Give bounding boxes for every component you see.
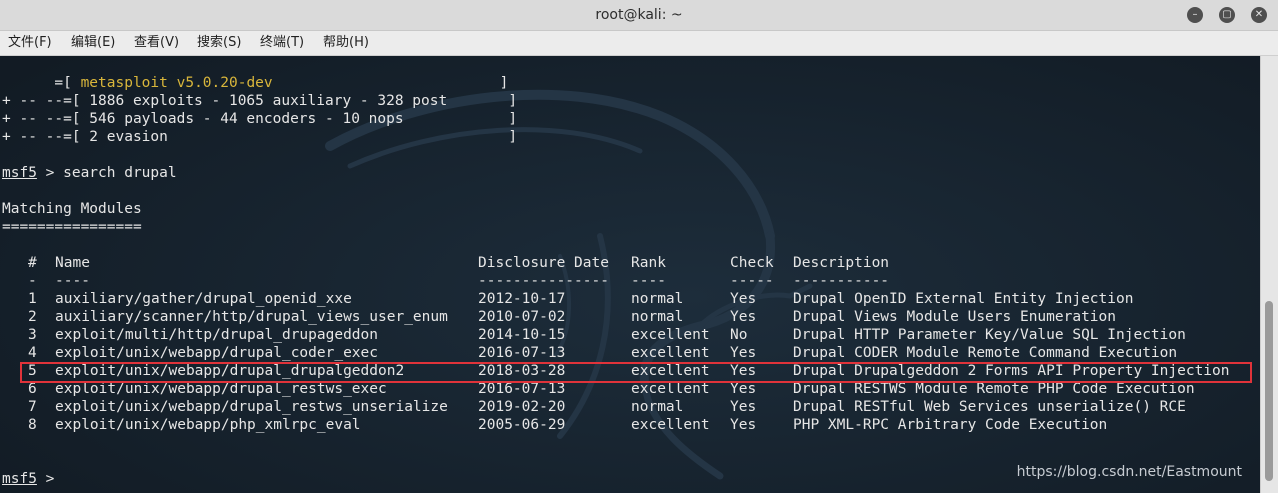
cell-check: No — [730, 327, 748, 343]
cell-rank: normal — [631, 399, 684, 415]
terminal-window: root@kali: ~ – ▢ ✕ 文件(F) 编辑(E) 查看(V) 搜索(… — [0, 0, 1278, 493]
cell-name: auxiliary/scanner/http/drupal_views_user… — [55, 309, 448, 325]
metasploit-version: metasploit v5.0.20-dev — [80, 75, 273, 91]
cell-num: 4 — [28, 345, 37, 361]
banner-suffix: ] — [272, 75, 509, 91]
cell-check: Yes — [730, 309, 757, 325]
cell-desc: Drupal OpenID External Entity Injection — [793, 291, 1134, 307]
cell-num: 2 — [28, 309, 37, 325]
cell-desc: PHP XML-RPC Arbitrary Code Execution — [793, 417, 1108, 433]
close-icon[interactable]: ✕ — [1251, 7, 1267, 23]
cell-num: # — [28, 255, 37, 271]
cell-date: --------------- — [478, 273, 609, 289]
maximize-icon[interactable]: ▢ — [1219, 7, 1235, 23]
watermark-text: https://blog.csdn.net/Eastmount — [1016, 464, 1242, 480]
cell-date: 2012-10-17 — [478, 291, 566, 307]
title-bar[interactable]: root@kali: ~ – ▢ ✕ — [0, 0, 1278, 31]
menu-search[interactable]: 搜索(S) — [197, 31, 241, 55]
menu-help[interactable]: 帮助(H) — [323, 31, 369, 55]
minimize-icon[interactable]: – — [1187, 7, 1203, 23]
cell-name: exploit/unix/webapp/drupal_coder_exec — [55, 345, 379, 361]
cell-date: 2016-07-13 — [478, 345, 566, 361]
cell-rank: ---- — [631, 273, 666, 289]
cell-check: Yes — [730, 399, 757, 415]
msf-prompt-2: msf5 — [2, 471, 37, 487]
cell-name: auxiliary/gather/drupal_openid_xxe — [55, 291, 352, 307]
cell-rank: excellent — [631, 327, 710, 343]
cell-desc: ----------- — [793, 273, 890, 289]
cell-check: Yes — [730, 417, 757, 433]
cell-desc: Drupal HTTP Parameter Key/Value SQL Inje… — [793, 327, 1186, 343]
prompt-text: > — [36, 471, 55, 487]
cell-rank: excellent — [631, 417, 710, 433]
cell-rank: excellent — [631, 345, 710, 361]
menu-file[interactable]: 文件(F) — [8, 31, 52, 55]
cell-name: ---- — [55, 273, 90, 289]
cell-num: 3 — [28, 327, 37, 343]
prompt-line[interactable]: msf5 > — [2, 470, 54, 488]
cell-desc: Drupal CODER Module Remote Command Execu… — [793, 345, 1178, 361]
menu-bar: 文件(F) 编辑(E) 查看(V) 搜索(S) 终端(T) 帮助(H) — [0, 31, 1278, 56]
msf-prompt: msf5 — [2, 165, 37, 181]
highlight-box — [20, 362, 1252, 383]
cell-num: 8 — [28, 417, 37, 433]
cell-rank: normal — [631, 309, 684, 325]
cell-date: 2019-02-20 — [478, 399, 566, 415]
cell-name: exploit/unix/webapp/drupal_restws_unseri… — [55, 399, 448, 415]
banner-line-4: + -- --=[ 2 evasion ] — [2, 129, 518, 145]
cell-date: 2005-06-29 — [478, 417, 566, 433]
matching-title: Matching Modules — [2, 201, 142, 217]
cell-num: 1 — [28, 291, 37, 307]
matching-underline: ================ — [2, 219, 142, 235]
window-title: root@kali: ~ — [595, 7, 683, 23]
cell-date: 2014-10-15 — [478, 327, 566, 343]
banner-line-2: + -- --=[ 1886 exploits - 1065 auxiliary… — [2, 93, 518, 109]
cell-check: Yes — [730, 291, 757, 307]
search-command-line: msf5 > search drupal — [2, 164, 177, 182]
banner-line-1: =[ metasploit v5.0.20-dev ] — [2, 74, 508, 92]
cell-desc: Drupal Views Module Users Enumeration — [793, 309, 1117, 325]
cell-rank: normal — [631, 291, 684, 307]
cell-date: Disclosure Date — [478, 255, 609, 271]
cell-desc: Drupal RESTful Web Services unserialize(… — [793, 399, 1186, 415]
menu-view[interactable]: 查看(V) — [134, 31, 179, 55]
cell-desc: Description — [793, 255, 890, 271]
cell-num: - — [28, 273, 37, 289]
cell-check: Check — [730, 255, 774, 271]
terminal-area[interactable]: =[ metasploit v5.0.20-dev ] + -- --=[ 18… — [0, 56, 1260, 493]
scrollbar[interactable] — [1260, 56, 1278, 493]
command-text: > search drupal — [36, 165, 177, 181]
scrollbar-thumb[interactable] — [1265, 301, 1273, 481]
cell-name: exploit/multi/http/drupal_drupageddon — [55, 327, 379, 343]
cell-name: Name — [55, 255, 90, 271]
cell-name: exploit/unix/webapp/php_xmlrpc_eval — [55, 417, 361, 433]
banner-prefix: =[ — [2, 75, 81, 91]
banner-line-3: + -- --=[ 546 payloads - 44 encoders - 1… — [2, 111, 518, 127]
menu-edit[interactable]: 编辑(E) — [71, 31, 115, 55]
cell-rank: Rank — [631, 255, 666, 271]
menu-terminal[interactable]: 终端(T) — [260, 31, 304, 55]
cell-date: 2010-07-02 — [478, 309, 566, 325]
cell-num: 7 — [28, 399, 37, 415]
cell-check: Yes — [730, 345, 757, 361]
cell-check: ----- — [730, 273, 774, 289]
